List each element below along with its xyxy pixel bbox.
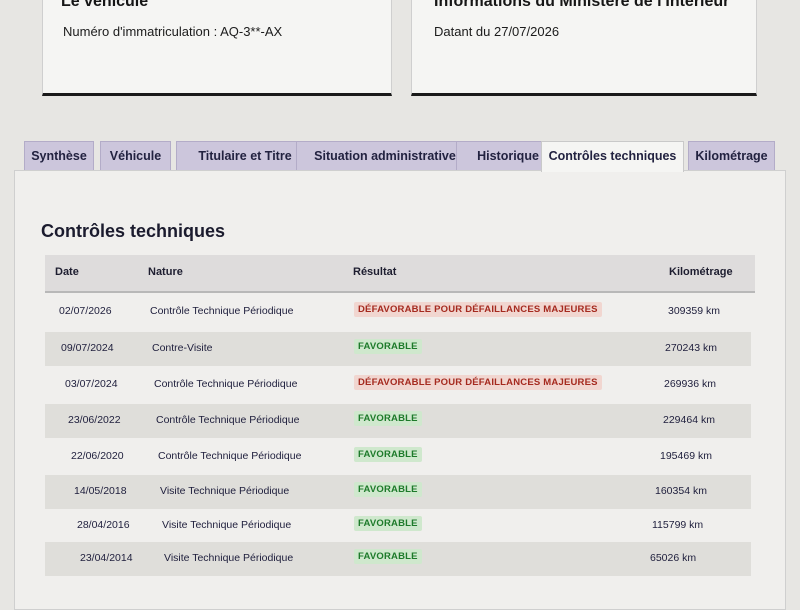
tab-titulaire-et-titre[interactable]: Titulaire et Titre — [176, 141, 314, 170]
row-date: 28/04/2016 — [77, 519, 130, 531]
result-badge-favorable: FAVORABLE — [354, 447, 422, 462]
tab-controles-techniques[interactable]: Contrôles techniques — [541, 141, 684, 172]
ministry-card-title: Informations du Ministère de l'Intérieur — [434, 0, 730, 10]
vehicle-card-title: Le véhicule — [61, 0, 149, 10]
table-row: 02/07/2026 Contrôle Technique Périodique… — [45, 295, 751, 329]
column-header-mileage: Kilométrage — [669, 266, 733, 278]
ministry-data-date: Datant du 27/07/2026 — [434, 24, 560, 39]
section-title: Contrôles techniques — [41, 221, 226, 241]
row-mileage: 309359 km — [668, 305, 720, 317]
result-badge-favorable: FAVORABLE — [354, 339, 422, 354]
row-mileage: 115799 km — [652, 519, 704, 531]
table-row: 23/04/2014 Visite Technique Périodique F… — [45, 542, 751, 576]
result-badge-unfavorable: DÉFAVORABLE POUR DÉFAILLANCES MAJEURES — [354, 302, 602, 317]
table-row: 28/04/2016 Visite Technique Périodique F… — [45, 509, 751, 543]
result-badge-favorable: FAVORABLE — [354, 549, 422, 564]
result-badge-favorable: FAVORABLE — [354, 482, 422, 497]
row-nature: Contrôle Technique Périodique — [150, 305, 294, 317]
row-date: 14/05/2018 — [74, 485, 127, 497]
row-nature: Contrôle Technique Périodique — [154, 378, 298, 390]
row-nature: Visite Technique Périodique — [160, 485, 290, 497]
row-nature: Contre-Visite — [152, 342, 213, 354]
row-mileage: 269936 km — [664, 378, 716, 390]
table-row: 03/07/2024 Contrôle Technique Périodique… — [45, 368, 751, 402]
vehicle-card: Le véhicule Numéro d'immatriculation : A… — [42, 0, 392, 96]
tab-situation-administrative[interactable]: Situation administrative — [296, 141, 474, 170]
table-header: Date Nature Résultat Kilométrage — [45, 255, 755, 293]
row-nature: Contrôle Technique Périodique — [156, 414, 300, 426]
result-badge-favorable: FAVORABLE — [354, 516, 422, 531]
result-badge-favorable: FAVORABLE — [354, 411, 422, 426]
row-mileage: 229464 km — [663, 414, 715, 426]
column-header-result: Résultat — [353, 266, 397, 278]
row-mileage: 65026 km — [650, 552, 697, 564]
column-header-date: Date — [55, 266, 79, 278]
row-date: 02/07/2026 — [59, 305, 112, 317]
registration-number: Numéro d'immatriculation : AQ-3**-AX — [63, 24, 283, 39]
row-mileage: 160354 km — [655, 485, 707, 497]
row-date: 23/06/2022 — [68, 414, 121, 426]
table-row: 23/06/2022 Contrôle Technique Périodique… — [45, 404, 751, 438]
result-badge-unfavorable: DÉFAVORABLE POUR DÉFAILLANCES MAJEURES — [354, 375, 602, 390]
tab-synthese[interactable]: Synthèse — [24, 141, 94, 170]
row-nature: Visite Technique Périodique — [164, 552, 294, 564]
row-date: 03/07/2024 — [65, 378, 118, 390]
row-mileage: 270243 km — [665, 342, 717, 354]
row-nature: Visite Technique Périodique — [162, 519, 292, 531]
tab-kilometrage[interactable]: Kilométrage — [688, 141, 775, 170]
column-header-nature: Nature — [148, 266, 183, 278]
row-mileage: 195469 km — [660, 450, 712, 462]
row-date: 09/07/2024 — [61, 342, 114, 354]
row-date: 23/04/2014 — [80, 552, 133, 564]
row-date: 22/06/2020 — [71, 450, 124, 462]
row-nature: Contrôle Technique Périodique — [158, 450, 302, 462]
ministry-card: Informations du Ministère de l'Intérieur… — [411, 0, 757, 96]
table-row: 14/05/2018 Visite Technique Périodique F… — [45, 475, 751, 509]
table-row: 09/07/2024 Contre-Visite FAVORABLE 27024… — [45, 332, 751, 366]
table-row: 22/06/2020 Contrôle Technique Périodique… — [45, 440, 751, 474]
tab-vehicule[interactable]: Véhicule — [100, 141, 171, 170]
tab-bar: Synthèse Véhicule Titulaire et Titre Sit… — [24, 141, 784, 172]
